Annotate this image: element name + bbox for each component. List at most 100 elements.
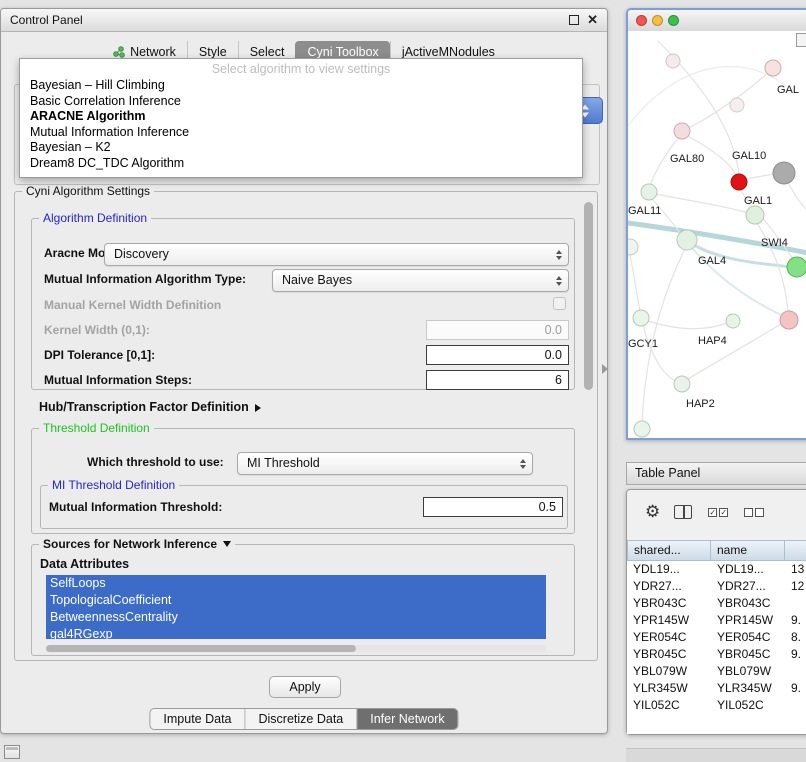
network-node-gal11[interactable] [641,184,657,200]
collapsed-panel[interactable] [626,748,806,762]
table-row[interactable]: YBR045CYBR045C9. [627,646,806,663]
network-node[interactable] [634,421,650,437]
network-node-hap4[interactable] [726,314,740,328]
node-label-gcy1: GCY1 [628,338,658,350]
threshold-definition-group: Threshold Definition Which threshold to … [31,428,575,534]
select-all-icon[interactable]: ✓✓ [708,508,728,517]
mi-steps-field[interactable]: 6 [426,370,569,390]
node-label-gal1: GAL1 [744,195,772,207]
minimize-button[interactable] [652,15,663,26]
aracne-mode-combo[interactable]: Discovery [104,243,569,266]
deselect-all-icon[interactable] [744,508,764,517]
dpi-tolerance-field[interactable]: 0.0 [426,345,569,365]
table-cell: YPR145W [711,612,785,629]
table-row[interactable]: YBR043CYBR043C [627,595,806,612]
table-row[interactable]: YDL19...YDL19...13 [627,561,806,578]
column-selector-icon[interactable] [674,505,692,519]
bottom-tab-discretize-data[interactable]: Discretize Data [245,709,357,729]
data-attributes-list: SelfLoopsTopologicalCoefficientBetweenne… [46,575,546,639]
column-header-extra[interactable] [785,540,806,561]
sources-group-title[interactable]: Sources for Network Inference [39,537,235,551]
table-row[interactable]: YER054CYER054C8. [627,629,806,646]
network-edge[interactable] [688,324,781,379]
attributes-hscrollbar[interactable] [46,645,546,652]
network-edge[interactable] [630,255,640,311]
table-cell: 9. [785,680,806,697]
network-node-gal80[interactable] [674,123,690,139]
float-window-icon[interactable] [569,15,579,25]
attribute-betweennesscentrality[interactable]: BetweennessCentrality [46,609,546,626]
canvas-corner-widget[interactable] [796,33,806,47]
network-node-gcy1[interactable] [633,310,649,326]
network-edge[interactable] [655,194,748,213]
column-header-shared[interactable]: shared... [627,540,711,561]
settings-scrollbar-thumb[interactable] [584,202,593,390]
apply-button[interactable]: Apply [269,676,341,698]
table-panel-window: ⚙ ✓✓ shared...name YDL19...YDL19...13YDR… [626,489,806,735]
network-node[interactable] [780,311,798,329]
bottom-tab-infer-network[interactable]: Infer Network [356,709,457,729]
table-cell: YLR345W [711,680,785,697]
table-row[interactable]: YLR345WYLR345W9. [627,680,806,697]
algorithm-option-basic-correlation-inference[interactable]: Basic Correlation Inference [20,94,582,110]
mi-type-combo[interactable]: Naive Bayes [272,269,569,292]
table-cell: 12 [785,578,806,595]
panel-splitter-arrow[interactable] [602,364,608,374]
algorithm-option-aracne-algorithm[interactable]: ARACNE Algorithm [20,109,582,125]
algorithm-option-mutual-information-inference[interactable]: Mutual Information Inference [20,125,582,141]
network-node-gal4[interactable] [677,230,697,250]
mi-threshold-field[interactable]: 0.5 [423,497,563,517]
network-node-hap2[interactable] [674,376,690,392]
table-row[interactable]: YBL079WYBL079W [627,663,806,680]
table-cell: YBR045C [627,646,711,663]
which-threshold-combo[interactable]: MI Threshold [237,452,533,475]
network-edge[interactable] [643,325,676,381]
table-cell: YBR043C [711,595,785,612]
minimized-window-icon[interactable] [4,745,20,759]
table-row[interactable]: YPR145WYPR145W9. [627,612,806,629]
algorithm-option-bayesian-hill-climbing[interactable]: Bayesian – Hill Climbing [20,78,582,94]
network-canvas[interactable]: GALGAL80GAL10GAL11GAL1SWI4GAL4GCY1HAP4HA… [628,31,806,438]
close-button[interactable] [636,15,647,26]
mi-steps-label: Mutual Information Steps: [44,373,192,387]
algorithm-popup-list: Bayesian – Hill ClimbingBasic Correlatio… [20,78,582,171]
network-edge[interactable] [648,321,727,329]
aracne-mode-value: Discovery [105,244,568,265]
table-cell [785,663,806,680]
network-edge[interactable] [684,68,773,130]
algorithm-option-bayesian-k2[interactable]: Bayesian – K2 [20,140,582,156]
hscrollbar-thumb[interactable] [46,645,356,652]
close-icon[interactable]: ✕ [587,14,598,25]
network-node-gal1[interactable] [746,206,764,224]
network-node[interactable] [773,162,795,184]
table-cell: YBR045C [711,646,785,663]
network-edge[interactable] [788,183,806,209]
network-node[interactable] [765,60,781,76]
table-row[interactable]: YIL052CYIL052C [627,697,806,709]
column-header-name[interactable]: name [711,540,785,561]
algorithm-option-dream8-dc-tdc-algorithm[interactable]: Dream8 DC_TDC Algorithm [20,156,582,172]
attribute-gal4rgexp[interactable]: gal4RGexp [46,626,546,639]
node-label-gal80: GAL80 [670,153,704,165]
manual-kernel-label: Manual Kernel Width Definition [44,298,221,312]
which-threshold-value: MI Threshold [238,453,532,474]
expanded-arrow-icon [223,541,231,547]
bottom-tab-impute-data[interactable]: Impute Data [150,709,244,729]
table-panel-titlebar[interactable]: Table Panel [626,462,806,485]
attribute-selfloops[interactable]: SelfLoops [46,575,546,592]
hub-section-toggle[interactable]: Hub/Transcription Factor Definition [39,400,261,414]
table-row[interactable]: YDR27...YDR27...12 [627,578,806,595]
tab-label: Select [250,45,285,59]
settings-gear-icon[interactable]: ⚙ [645,502,660,522]
network-node-gal10[interactable] [731,174,747,190]
control-panel-titlebar[interactable]: Control Panel ✕ [1,9,607,32]
network-node-swi4[interactable] [787,257,806,277]
network-node[interactable] [628,239,638,255]
tab-label: Style [199,45,227,59]
network-window-titlebar[interactable] [628,10,806,32]
network-node[interactable] [730,98,744,112]
zoom-button[interactable] [668,15,679,26]
attribute-topologicalcoefficient[interactable]: TopologicalCoefficient [46,592,546,609]
network-edge[interactable] [642,249,685,423]
network-node[interactable] [666,54,680,68]
